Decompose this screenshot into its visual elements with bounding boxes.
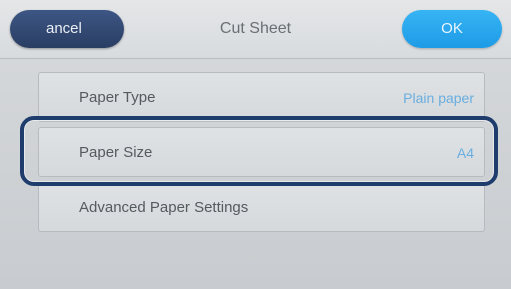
header-bar: ancel Cut Sheet OK <box>0 0 511 59</box>
ok-button[interactable]: OK <box>402 10 502 48</box>
menu-item-value: A4 <box>456 145 474 161</box>
cut-sheet-screen: ancel Cut Sheet OK Paper Type Plain pape… <box>0 0 511 289</box>
menu-item-advanced-paper-settings[interactable]: Advanced Paper Settings <box>38 182 485 232</box>
menu-item-label: Paper Type <box>79 89 156 106</box>
menu-item-value: Plain paper <box>403 90 474 106</box>
menu-item-label: Paper Size <box>79 144 153 161</box>
cancel-button[interactable]: ancel <box>10 10 124 48</box>
menu-item-label: Advanced Paper Settings <box>79 199 249 216</box>
page-title: Cut Sheet <box>219 20 292 37</box>
menu-item-paper-size[interactable]: Paper Size A4 <box>38 127 485 177</box>
menu-item-paper-type[interactable]: Paper Type Plain paper <box>38 72 485 122</box>
